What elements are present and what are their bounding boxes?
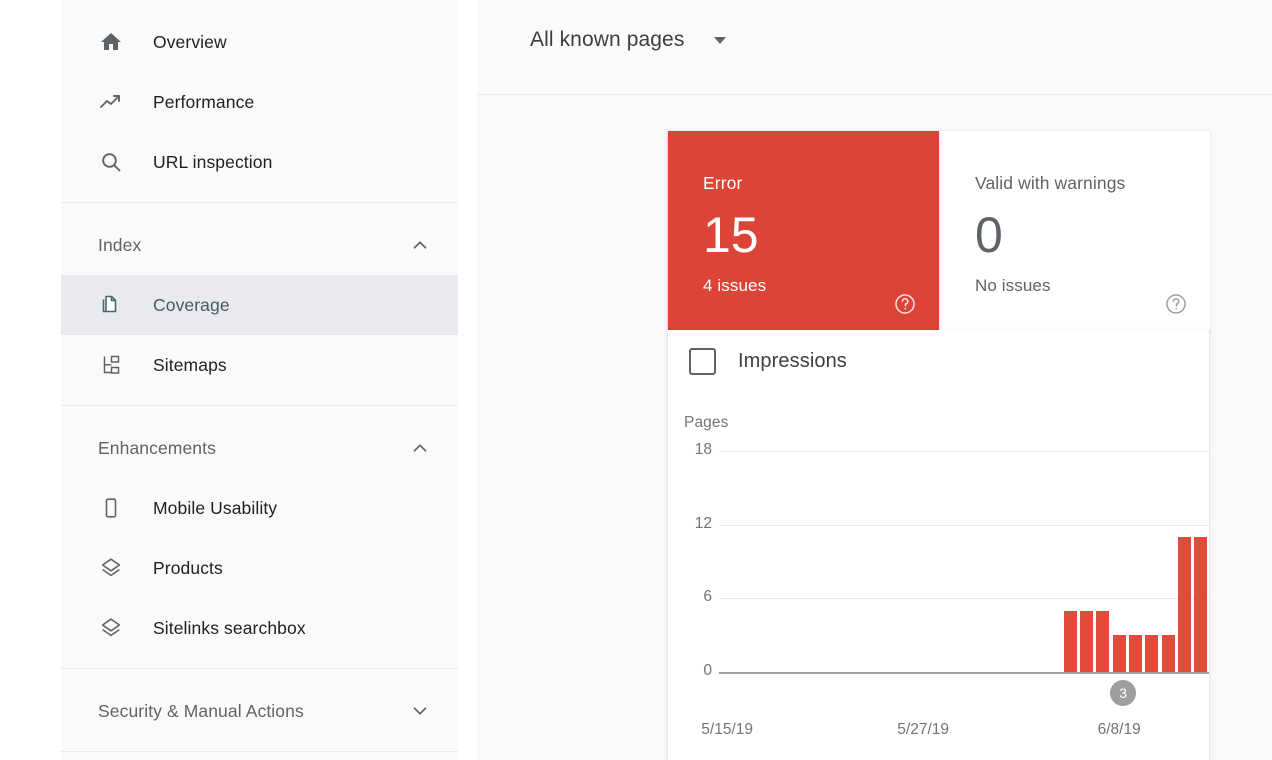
sitemap-icon (98, 352, 124, 378)
pages-copy-icon (98, 292, 124, 318)
chart-y-tick-label: 6 (703, 588, 712, 606)
chevron-down-icon[interactable] (409, 700, 431, 722)
chart-y-tick-label: 18 (694, 441, 712, 458)
sidebar-group-index: Index Coverage Sitemaps (61, 203, 460, 405)
page-filter-dropdown[interactable]: All known pages (530, 28, 728, 52)
main-header: All known pages (477, 0, 1272, 95)
chart-bar[interactable] (1112, 635, 1126, 672)
chart-bar[interactable] (1194, 536, 1208, 672)
chart-bar[interactable] (1063, 610, 1077, 672)
sidebar-item-label: Overview (153, 31, 227, 52)
chart-x-tick-label: 5/15/19 (701, 721, 754, 738)
sidebar-section-label: Index (98, 234, 142, 255)
status-card-value: 0 (975, 207, 1003, 263)
triangle-down-icon[interactable] (712, 32, 728, 48)
sidebar-section-label: Enhancements (98, 437, 216, 458)
chart-y-tick-label: 0 (703, 662, 712, 679)
status-card-title: Valid with warnings (975, 173, 1126, 193)
sidebar-item-label: Sitemaps (153, 354, 227, 375)
sidebar-item-sitemaps[interactable]: Sitemaps (61, 335, 460, 395)
chart-gridline (719, 524, 1209, 526)
sidebar-section-label: Security & Manual Actions (98, 700, 304, 721)
chart-bar[interactable] (1128, 635, 1143, 672)
chart-x-tick-label: 5/27/19 (897, 721, 950, 738)
sidebar-item-label: Mobile Usability (153, 497, 278, 518)
sidebar-section-enhancements[interactable]: Enhancements (61, 418, 460, 478)
mobile-icon (98, 495, 124, 521)
chart-bar[interactable] (1161, 635, 1175, 672)
status-card-valid-with-warnings[interactable]: Valid with warnings 0 No issues (939, 131, 1210, 330)
left-gutter (0, 0, 61, 760)
layers-icon (98, 555, 124, 581)
sidebar-item-sitelinks-searchbox[interactable]: Sitelinks searchbox (61, 598, 460, 658)
chart-bar[interactable] (1079, 610, 1094, 672)
status-card-value: 15 (703, 207, 759, 263)
main-content: All known pages Error 15 4 issues Valid … (477, 0, 1272, 760)
sidebar-item-label: Coverage (153, 294, 230, 315)
layers-icon (98, 615, 124, 641)
chart-bar[interactable] (1177, 536, 1192, 672)
sidebar-navigation: Overview Performance URL inspection Inde… (61, 0, 460, 760)
sidebar-item-performance[interactable]: Performance (61, 72, 460, 132)
sidebar-scrollbar-track[interactable] (458, 0, 931, 760)
chart-count-badge: 3 (1110, 680, 1137, 706)
sidebar-group-enhancements: Enhancements Mobile Usability Products S… (61, 406, 460, 668)
chart-gridline (719, 598, 1209, 600)
sidebar-item-products[interactable]: Products (61, 538, 460, 598)
coverage-chart-panel: Impressions Pages 0 6 12 18 5/15/19 5/27/19 6/… (668, 330, 1209, 760)
sidebar-item-overview[interactable]: Overview (61, 12, 460, 72)
trending-up-icon (98, 89, 124, 115)
coverage-status-cards: Error 15 4 issues Valid with warnings 0 … (668, 131, 1210, 330)
sidebar-item-url-inspection[interactable]: URL inspection (61, 132, 460, 192)
status-card-title: Error (703, 173, 743, 193)
sidebar-item-label: URL inspection (153, 151, 273, 172)
chart-gridline (719, 451, 1209, 452)
sidebar-group-security: Security & Manual Actions (61, 669, 460, 751)
chart-x-tick-label: 6/8/19 (1097, 721, 1141, 738)
chevron-up-icon[interactable] (409, 234, 431, 256)
search-console-page: Overview Performance URL inspection Inde… (0, 0, 1272, 760)
help-circle-icon[interactable] (893, 292, 917, 316)
chart-bar[interactable] (1145, 635, 1159, 672)
chevron-up-icon[interactable] (409, 437, 431, 459)
home-icon (98, 29, 124, 55)
chart-y-tick-label: 12 (694, 514, 712, 532)
status-card-error[interactable]: Error 15 4 issues (668, 131, 939, 330)
search-icon (98, 149, 124, 175)
chart-baseline (719, 672, 1209, 674)
sidebar-group-primary: Overview Performance URL inspection (61, 0, 460, 202)
sidebar-section-security-manual-actions[interactable]: Security & Manual Actions (61, 681, 460, 741)
chart-bar[interactable] (1096, 610, 1110, 672)
sidebar-item-label: Sitelinks searchbox (153, 617, 306, 638)
help-circle-icon[interactable] (1164, 292, 1188, 316)
page-filter-label: All known pages (530, 28, 685, 51)
sidebar-item-mobile-usability[interactable]: Mobile Usability (61, 478, 460, 538)
sidebar-item-label: Performance (153, 91, 255, 112)
sidebar-item-coverage[interactable]: Coverage (61, 275, 460, 335)
sidebar-divider (61, 751, 460, 752)
sidebar-item-label: Products (153, 557, 223, 578)
sidebar-section-index[interactable]: Index (61, 215, 460, 275)
